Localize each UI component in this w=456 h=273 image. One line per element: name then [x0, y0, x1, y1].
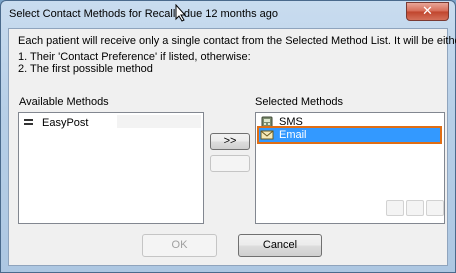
move-down-button[interactable]: [406, 200, 424, 216]
drag-handle-icon: [24, 119, 33, 125]
list-item-label: EasyPost: [42, 116, 89, 129]
info-text-rule-2: 2. The first possible method: [18, 63, 153, 75]
delete-method-button[interactable]: [426, 200, 444, 216]
mouse-cursor-icon: [175, 4, 187, 22]
list-item-email-content: Email: [258, 127, 307, 142]
move-up-button[interactable]: [386, 200, 404, 216]
dialog-window: Select Contact Methods for Recalls due 1…: [0, 0, 456, 273]
info-text-rule-1: 1. Their 'Contact Preference' if listed,…: [18, 51, 251, 63]
list-item-filler: [117, 115, 201, 128]
email-icon: [260, 130, 274, 139]
available-methods-label: Available Methods: [19, 96, 109, 108]
close-button[interactable]: ✕: [406, 2, 449, 21]
add-method-button[interactable]: >>: [210, 133, 250, 150]
list-item-email[interactable]: Email: [257, 126, 442, 144]
cancel-button[interactable]: Cancel: [238, 234, 322, 257]
available-methods-list[interactable]: EasyPost: [18, 112, 204, 224]
list-item-label: Email: [279, 128, 307, 141]
title-bar[interactable]: Select Contact Methods for Recalls due 1…: [1, 1, 455, 27]
ok-button[interactable]: OK: [142, 234, 217, 257]
dialog-content: Each patient will receive only a single …: [8, 28, 456, 266]
selected-methods-label: Selected Methods: [255, 96, 344, 108]
info-text-main: Each patient will receive only a single …: [18, 35, 456, 47]
remove-method-button[interactable]: [210, 155, 250, 172]
list-item-label: SMS: [279, 115, 303, 128]
list-item-easypost[interactable]: EasyPost: [21, 115, 117, 130]
window-title: Select Contact Methods for Recalls due 1…: [9, 8, 279, 20]
phone-icon: [261, 116, 273, 127]
